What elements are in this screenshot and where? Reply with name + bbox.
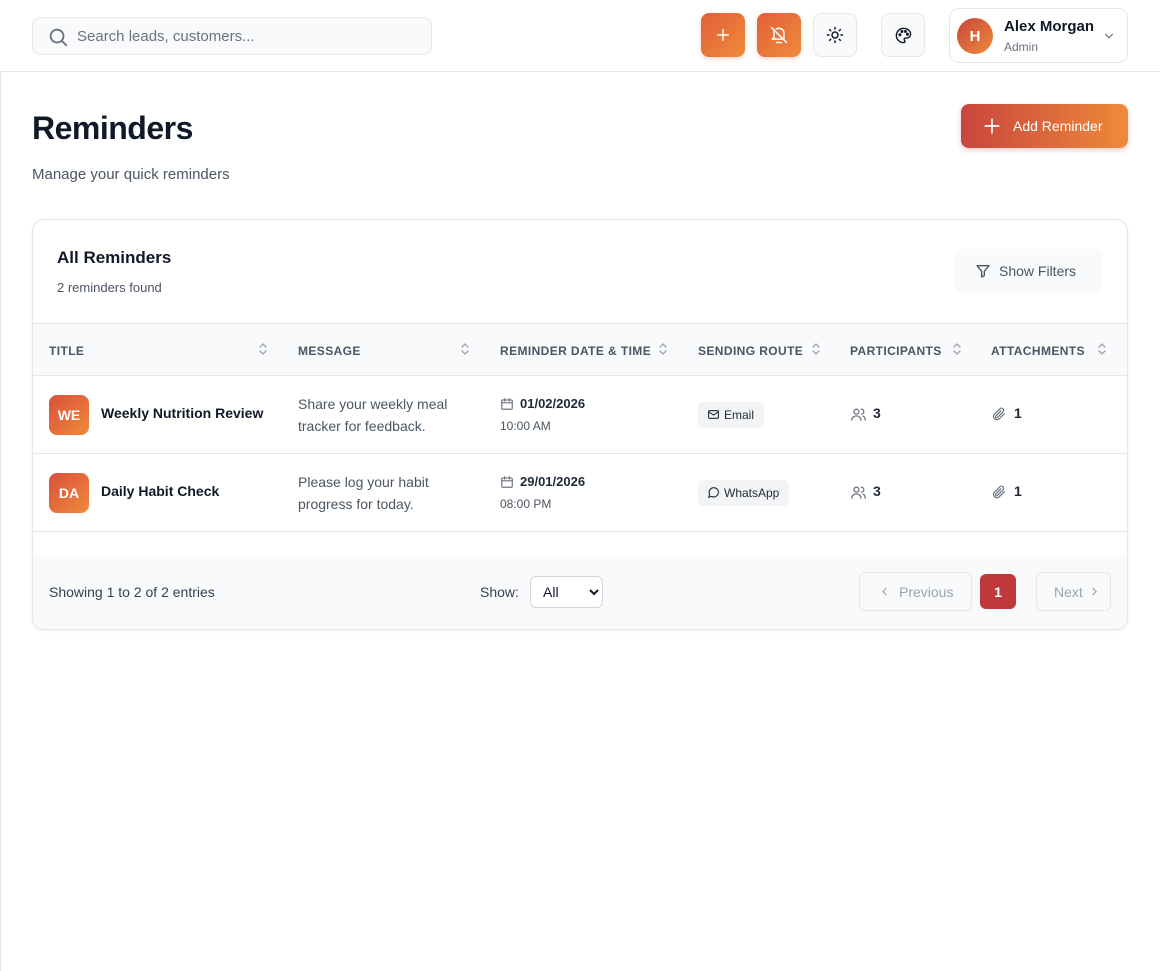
next-page-button[interactable]: Next <box>1036 572 1111 611</box>
reminder-message: Share your weekly meal tracker for feedb… <box>298 396 448 434</box>
chevron-down-icon <box>1104 33 1114 39</box>
user-name: Alex Morgan <box>1004 18 1095 35</box>
column-header-route[interactable]: SENDING ROUTE <box>698 344 803 358</box>
calendar-icon <box>501 476 513 488</box>
column-header-datetime[interactable]: REMINDER DATE & TIME <box>500 344 651 358</box>
reminder-title: Daily Habit Check <box>101 483 220 499</box>
reminder-date: 01/02/2026 <box>520 396 586 411</box>
avatar: H <box>957 18 993 54</box>
search-input[interactable] <box>77 18 417 54</box>
paperclip-icon <box>992 485 1005 499</box>
notifications-off-button[interactable] <box>757 13 801 57</box>
previous-page-button[interactable]: Previous <box>859 572 972 611</box>
sending-route-label: Email <box>724 408 755 422</box>
sort-icon[interactable] <box>811 342 821 356</box>
reminders-card: All Reminders 2 reminders found Show Fil… <box>32 219 1128 630</box>
quick-add-button[interactable] <box>701 13 745 57</box>
users-icon <box>851 486 866 499</box>
next-label: Next <box>1054 584 1083 600</box>
sort-icon[interactable] <box>658 342 668 356</box>
table-row[interactable]: WE Weekly Nutrition Review Share your we… <box>33 376 1127 454</box>
search-box <box>32 17 432 55</box>
current-page-button[interactable]: 1 <box>980 574 1016 609</box>
palette-button[interactable] <box>881 13 925 57</box>
message-circle-icon <box>708 487 719 498</box>
calendar-icon <box>501 398 513 410</box>
column-header-title[interactable]: TITLE <box>49 344 84 358</box>
plus-icon <box>984 118 1000 134</box>
paperclip-icon <box>992 407 1005 421</box>
table-header: TITLE MESSAGE REMINDER DATE & TIME SENDI… <box>33 323 1127 376</box>
reminder-time: 10:00 AM <box>500 419 551 433</box>
page-size-select[interactable]: All <box>530 576 603 608</box>
theme-toggle-button[interactable] <box>813 13 857 57</box>
page-subtitle: Manage your quick reminders <box>32 166 230 183</box>
add-reminder-label: Add Reminder <box>1013 118 1103 134</box>
sun-icon <box>826 26 844 44</box>
plus-icon <box>716 28 730 42</box>
sending-route-label: WhatsApp <box>724 486 780 500</box>
entries-summary: Showing 1 to 2 of 2 entries <box>49 584 215 600</box>
top-bar: H Alex Morgan Admin <box>0 0 1160 72</box>
add-reminder-button[interactable]: Add Reminder <box>961 104 1128 148</box>
search-icon <box>49 28 68 47</box>
participants-count: 3 <box>873 405 881 421</box>
column-header-attachments[interactable]: ATTACHMENTS <box>991 344 1085 358</box>
user-menu[interactable]: H Alex Morgan Admin <box>949 8 1128 63</box>
users-icon <box>851 408 866 421</box>
mail-icon <box>708 410 719 419</box>
palette-icon <box>895 27 911 43</box>
reminder-title: Weekly Nutrition Review <box>101 405 264 421</box>
frame-border <box>0 0 1 971</box>
column-header-message[interactable]: MESSAGE <box>298 344 361 358</box>
sort-icon[interactable] <box>1097 342 1107 356</box>
show-filters-button[interactable]: Show Filters <box>955 249 1103 293</box>
sort-icon[interactable] <box>258 342 268 356</box>
sort-icon[interactable] <box>952 342 962 356</box>
table-row[interactable]: DA Daily Habit Check Please log your hab… <box>33 454 1127 532</box>
user-role: Admin <box>1004 40 1039 54</box>
reminder-count: 2 reminders found <box>57 280 162 295</box>
participants-count: 3 <box>873 483 881 499</box>
card-title: All Reminders <box>57 248 172 267</box>
table-footer: Showing 1 to 2 of 2 entries Show: All Pr… <box>33 556 1127 629</box>
reminder-initials-badge: DA <box>49 473 89 513</box>
sort-icon[interactable] <box>460 342 470 356</box>
sending-route-badge: WhatsApp <box>698 480 790 506</box>
reminder-message: Please log your habit progress for today… <box>298 474 429 512</box>
attachments-count: 1 <box>1014 405 1022 421</box>
bell-off-icon <box>770 26 788 44</box>
chevron-right-icon <box>1092 587 1097 596</box>
attachments-count: 1 <box>1014 483 1022 499</box>
filter-icon <box>976 265 990 278</box>
reminder-date: 29/01/2026 <box>520 474 586 489</box>
column-header-participants[interactable]: PARTICIPANTS <box>850 344 942 358</box>
reminder-initials-badge: WE <box>49 395 89 435</box>
sending-route-badge: Email <box>698 402 765 428</box>
page-size-label: Show: <box>480 584 519 600</box>
reminder-time: 08:00 PM <box>500 497 552 511</box>
page-title: Reminders <box>32 110 193 146</box>
show-filters-label: Show Filters <box>999 263 1077 279</box>
previous-label: Previous <box>899 584 954 600</box>
chevron-left-icon <box>882 587 887 596</box>
